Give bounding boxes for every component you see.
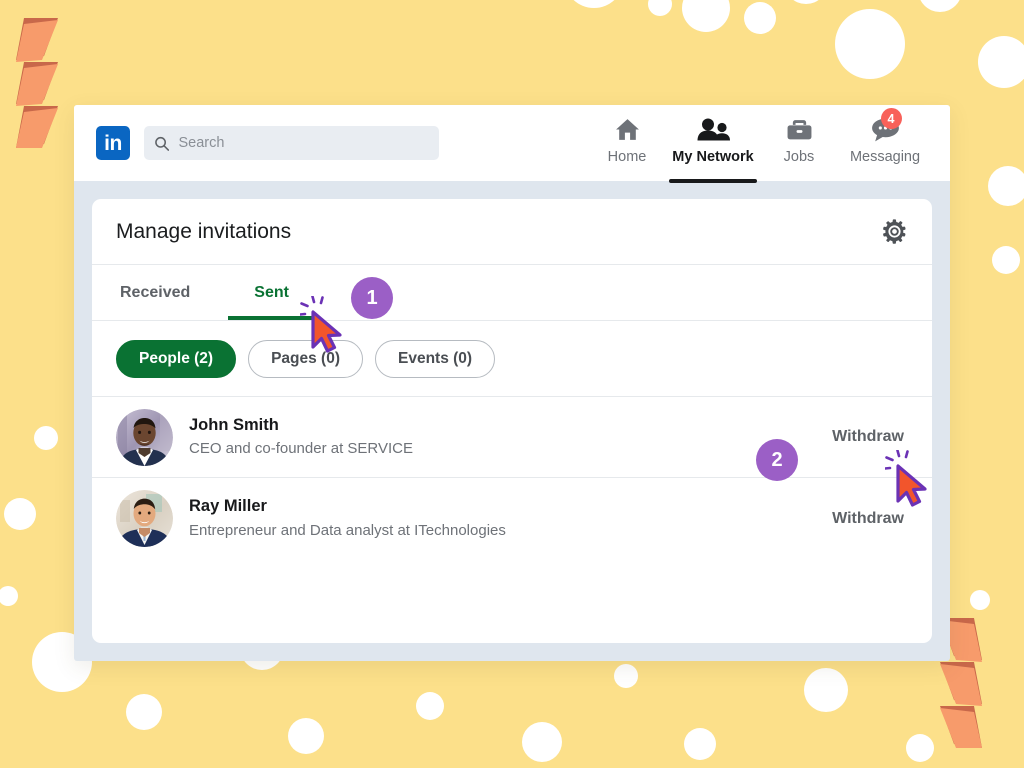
background-dot [0,586,18,606]
invitation-list: John Smith CEO and co-founder at SERVICE… [92,397,932,643]
invitation-info: John Smith CEO and co-founder at SERVICE [189,415,832,459]
background-dot [918,0,962,12]
page-body: Manage invitations Received Sent People … [74,181,950,661]
linkedin-logo-text: in [104,131,122,155]
nav-items: Home My Network Jobs 4 Messaging [584,105,928,183]
avatar [116,408,173,466]
app-window: in Home [74,105,950,661]
search-input[interactable] [178,135,429,151]
filter-pill-pages[interactable]: Pages (0) [248,339,363,378]
briefcase-icon [786,114,813,144]
background-dot [992,246,1020,274]
background-dot [906,734,934,762]
home-icon [614,114,641,144]
table-row: John Smith CEO and co-founder at SERVICE… [92,397,932,478]
background-dot [744,2,776,34]
background-dot [34,426,58,450]
step-badge-2-label: 2 [771,448,783,471]
linkedin-logo[interactable]: in [96,126,130,160]
nav-item-messaging[interactable]: 4 Messaging [842,108,928,181]
background-dot [126,694,162,730]
messaging-unread-badge: 4 [880,108,902,129]
step-badge-2: 2 [756,439,798,481]
background-dot [522,722,562,762]
tab-received-label: Received [120,283,191,301]
background-dot [288,718,324,754]
search-icon [155,136,170,151]
invitation-headline: Entrepreneur and Data analyst at ITechno… [189,521,506,539]
avatar [116,490,173,547]
nav-item-my-network[interactable]: My Network [669,114,757,183]
manage-invitations-card: Manage invitations Received Sent People … [92,199,932,643]
filter-pill-pages-label: Pages (0) [271,349,340,367]
gear-icon[interactable] [881,218,908,245]
filter-pills: People (2) Pages (0) Events (0) [92,321,932,397]
card-header: Manage invitations [92,199,932,265]
nav-active-underline [669,179,757,183]
message-bubble-icon: 4 [870,108,902,144]
background-dot [784,0,828,4]
invitation-name: Ray Miller [189,497,267,516]
step-badge-1-label: 1 [366,286,378,309]
background-dot [804,668,848,712]
background-dot [564,0,624,8]
nav-item-my-network-label: My Network [672,149,754,165]
withdraw-label: Withdraw [832,428,904,445]
page-title: Manage invitations [116,219,292,243]
tab-sent-label: Sent [254,283,289,301]
background-dot [648,0,672,16]
background-dot [978,36,1024,88]
nav-item-jobs[interactable]: Jobs [756,114,842,181]
background-dot [684,728,716,760]
nav-item-home-label: Home [607,149,647,165]
background-dot [682,0,730,32]
background-dot [416,692,444,720]
background-dot [835,9,905,79]
invitation-headline: CEO and co-founder at SERVICE [189,440,414,458]
withdraw-label: Withdraw [832,509,904,527]
tab-received[interactable]: Received [116,265,194,320]
invitation-name: John Smith [189,415,279,434]
filter-pill-events-label: Events (0) [398,349,473,367]
nav-item-messaging-label: Messaging [849,149,921,165]
nav-item-jobs-label: Jobs [783,149,815,165]
search-box[interactable] [144,126,439,160]
filter-pill-people[interactable]: People (2) [116,339,237,378]
people-icon [696,114,730,144]
invitation-info: Ray Miller Entrepreneur and Data analyst… [189,496,832,540]
invitation-tabs: Received Sent [92,265,932,321]
background-dot [988,166,1024,206]
background-dot [4,498,36,530]
step-badge-1: 1 [351,277,393,319]
nav-item-home[interactable]: Home [584,114,670,181]
top-navigation-bar: in Home [74,105,950,183]
filter-pill-events[interactable]: Events (0) [375,339,496,378]
background-dot [970,590,990,610]
withdraw-john-smith-button[interactable]: Withdraw [832,428,908,446]
tab-sent[interactable]: Sent [228,265,315,320]
withdraw-ray-miller-button[interactable]: Withdraw [832,510,908,528]
filter-pill-people-label: People (2) [139,349,214,367]
background-dot [614,664,638,688]
table-row: Ray Miller Entrepreneur and Data analyst… [92,478,932,559]
